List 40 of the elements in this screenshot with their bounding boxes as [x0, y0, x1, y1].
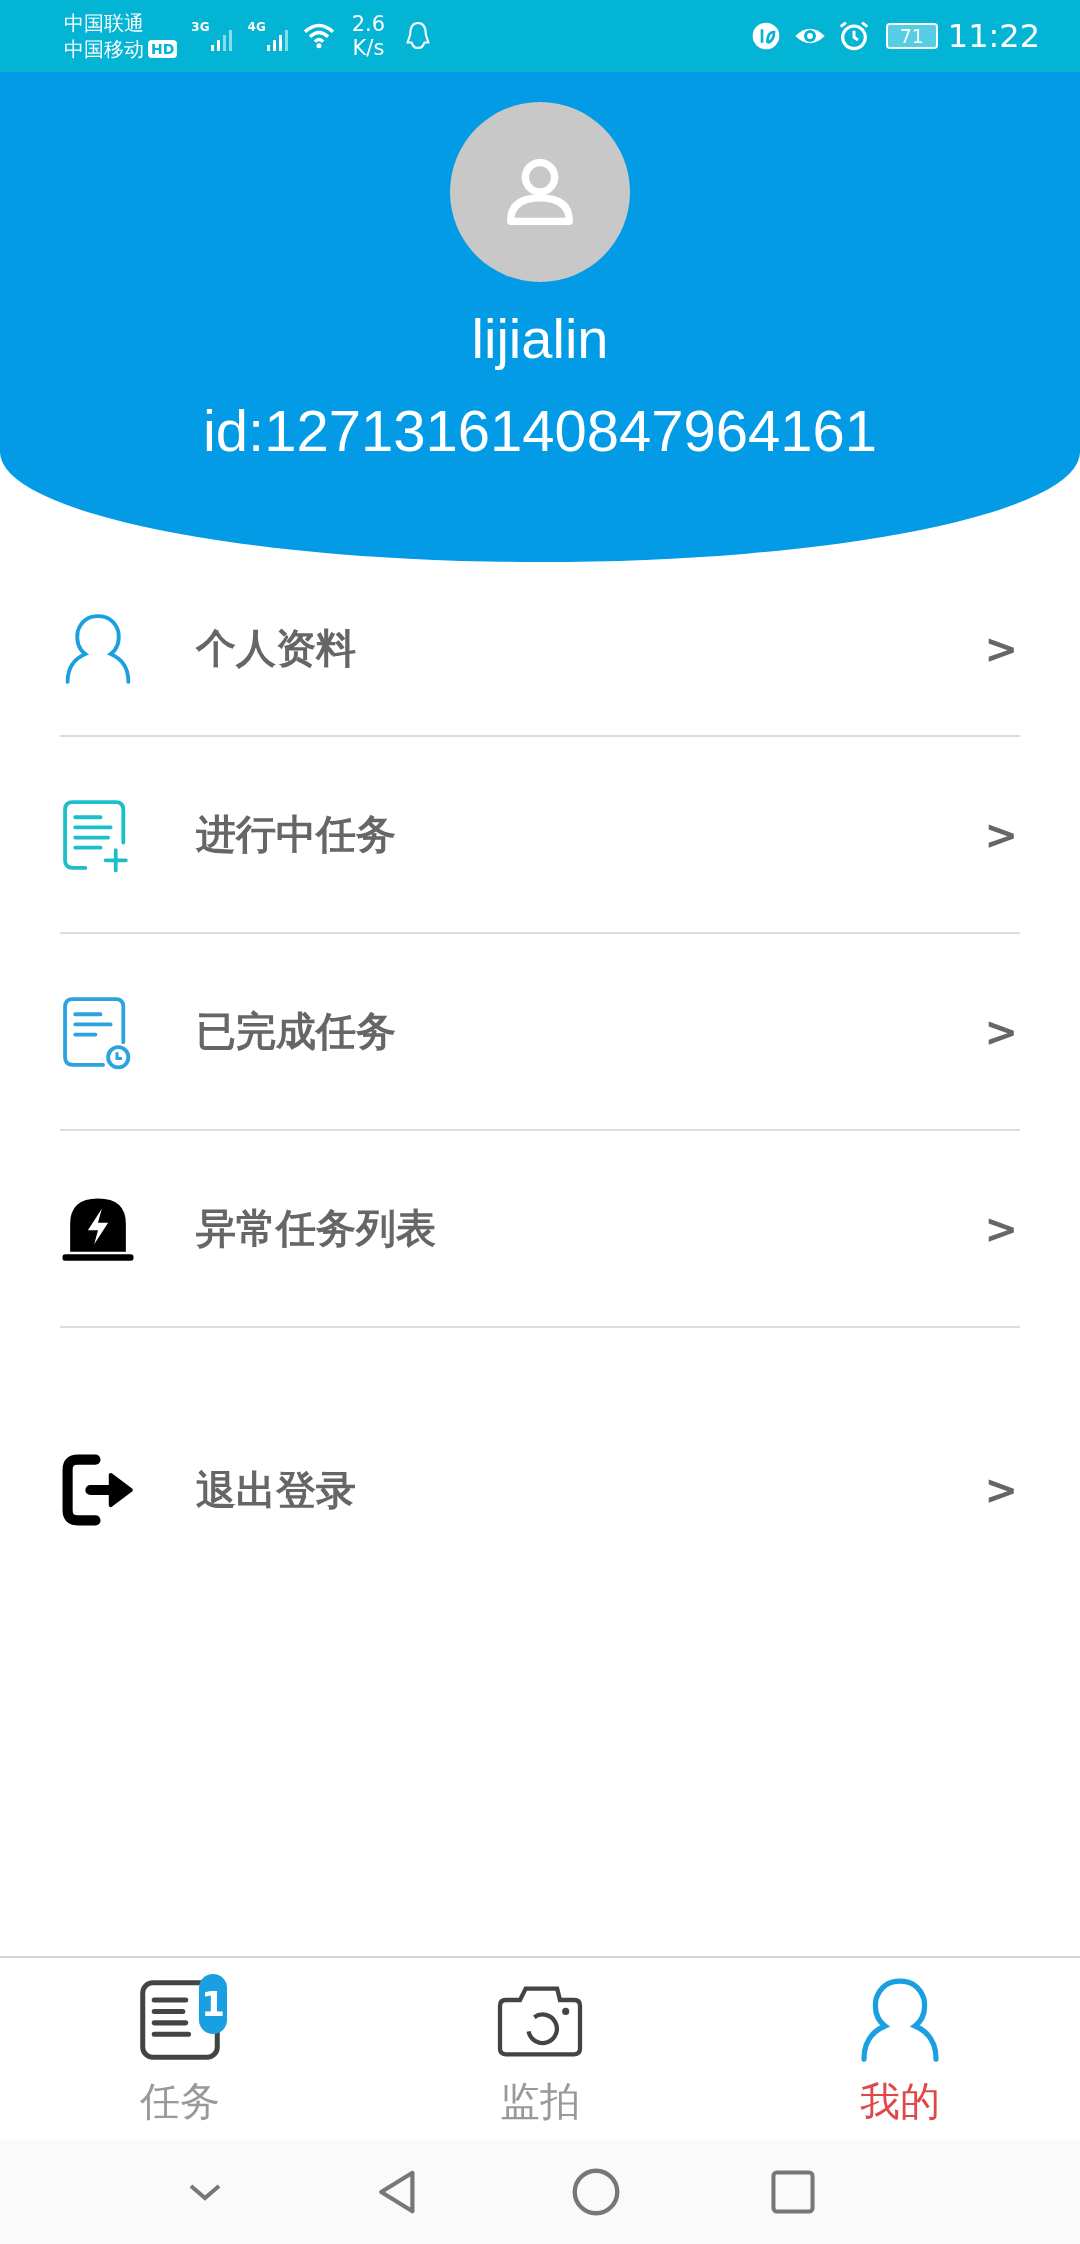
hd-badge: HD: [148, 40, 178, 58]
speed-unit: K/s: [352, 36, 385, 60]
chevron-text: >: [984, 1008, 1018, 1055]
battery-level: 71: [899, 26, 924, 46]
exit-icon: [60, 1452, 136, 1528]
menu-item[interactable]: 个人资料 >: [60, 562, 1020, 737]
penguin-icon: [405, 20, 432, 52]
menu-item[interactable]: 已完成任务 >: [60, 934, 1020, 1131]
signal-icon: [265, 29, 290, 53]
tab-label: 任务: [140, 2077, 220, 2126]
logout-item[interactable]: 退出登录 >: [60, 1328, 1020, 1608]
network-type: 4G: [247, 20, 266, 34]
tab[interactable]: 1 任务: [0, 1958, 360, 2140]
count-badge: 1: [199, 1974, 227, 2034]
menu-label: 异常任务列表: [196, 1204, 437, 1253]
speed-text: 2.6: [351, 12, 386, 36]
clock: 11:22: [947, 17, 1040, 55]
carrier-text: 中国联通: [64, 10, 145, 36]
menu-item[interactable]: 异常任务列表 >: [60, 1131, 1020, 1328]
menu-label: 个人资料: [196, 624, 357, 673]
wifi-icon: [301, 22, 336, 50]
menu-label: 已完成任务: [196, 1007, 397, 1056]
chevron-text: >: [984, 811, 1018, 858]
tab-label: 监拍: [500, 2077, 580, 2126]
network-type: 3G: [191, 20, 210, 34]
chevron-text: >: [984, 1467, 1018, 1513]
carrier-text: 中国移动: [64, 36, 144, 62]
username: lijialin: [471, 306, 609, 372]
chevron-text: >: [984, 625, 1018, 672]
tab-label: 我的: [860, 2077, 940, 2126]
menu-label: 退出登录: [196, 1465, 357, 1515]
recents-icon[interactable]: [769, 2169, 816, 2215]
tab[interactable]: 我的: [720, 1958, 1080, 2140]
menu-label: 进行中任务: [196, 810, 397, 859]
user-id: id:1271316140847964161: [202, 397, 878, 465]
chevron-text: >: [984, 1205, 1018, 1252]
home-icon[interactable]: [570, 2167, 621, 2217]
signal-icon: [209, 29, 234, 53]
alarm-icon: [837, 20, 870, 52]
menu-item[interactable]: 进行中任务 >: [60, 737, 1020, 934]
